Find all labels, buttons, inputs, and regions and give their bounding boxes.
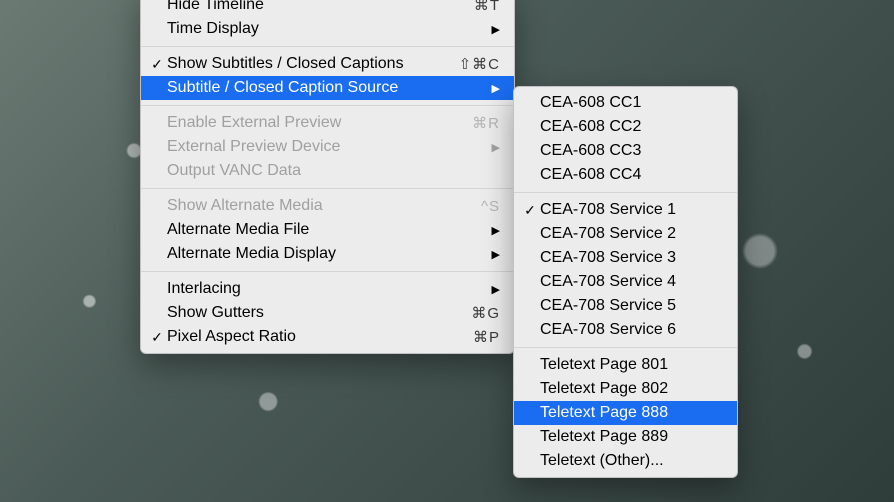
main-menu-item: External Preview Device ▶ [141, 135, 514, 159]
sub-menu-item[interactable]: CEA-608 CC2 [514, 115, 737, 139]
menu-item-shortcut: ⌘R [472, 114, 500, 132]
menu-item-shortcut: ⌘T [474, 0, 500, 14]
menu-item-label: CEA-608 CC4 [538, 166, 721, 184]
main-menu-item[interactable]: Interlacing ▶ [141, 277, 514, 301]
main-menu-item: Show Alternate Media ^S [141, 194, 514, 218]
main-menu-separator [141, 105, 514, 106]
menu-item-label: Teletext Page 802 [538, 380, 721, 398]
menu-item-shortcut: ⇧⌘C [459, 55, 500, 73]
submenu-arrow-icon: ▶ [492, 283, 500, 296]
sub-menu-item[interactable]: CEA-608 CC1 [514, 91, 737, 115]
menu-item-label: CEA-708 Service 6 [538, 321, 721, 339]
main-menu-item: Enable External Preview ⌘R [141, 111, 514, 135]
checkmark-icon: ✓ [149, 329, 165, 346]
main-menu-separator [141, 188, 514, 189]
menu-item-shortcut: ^S [481, 198, 500, 215]
main-menu-item[interactable]: Hide Timeline ⌘T [141, 0, 514, 17]
menu-item-label: Show Subtitles / Closed Captions [165, 55, 447, 73]
menu-item-label: CEA-608 CC1 [538, 94, 721, 112]
menu-item-label: Teletext (Other)... [538, 452, 721, 470]
sub-menu-item[interactable]: CEA-708 Service 5 [514, 294, 737, 318]
menu-item-label: Hide Timeline [165, 0, 462, 14]
sub-menu-item[interactable]: CEA-608 CC4 [514, 163, 737, 187]
menu-item-label: Alternate Media Display [165, 245, 480, 263]
main-menu-item[interactable]: Time Display ▶ [141, 17, 514, 41]
main-menu-item[interactable]: Show Gutters ⌘G [141, 301, 514, 325]
main-menu-item[interactable]: Alternate Media File ▶ [141, 218, 514, 242]
sub-menu-item[interactable]: CEA-608 CC3 [514, 139, 737, 163]
main-menu-item: Output VANC Data [141, 159, 514, 183]
menu-item-label: Show Alternate Media [165, 197, 469, 215]
menu-item-label: Show Gutters [165, 304, 459, 322]
main-menu-item[interactable]: Alternate Media Display ▶ [141, 242, 514, 266]
sub-menu-item[interactable]: CEA-708 Service 6 [514, 318, 737, 342]
sub-menu-item[interactable]: CEA-708 Service 2 [514, 222, 737, 246]
menu-item-label: Teletext Page 801 [538, 356, 721, 374]
checkmark-icon: ✓ [522, 202, 538, 219]
sub-menu-item[interactable]: CEA-708 Service 4 [514, 270, 737, 294]
submenu-arrow-icon: ▶ [492, 82, 500, 95]
menu-item-label: Teletext Page 889 [538, 428, 721, 446]
context-menu-main: Hide Timeline⌘TTime Display▶✓Show Subtit… [140, 0, 515, 354]
menu-item-label: Output VANC Data [165, 162, 500, 180]
menu-item-label: External Preview Device [165, 138, 480, 156]
menu-item-label: CEA-708 Service 3 [538, 249, 721, 267]
main-menu-item[interactable]: ✓Show Subtitles / Closed Captions ⇧⌘C [141, 52, 514, 76]
submenu-arrow-icon: ▶ [492, 224, 500, 237]
menu-item-label: Enable External Preview [165, 114, 460, 132]
menu-item-shortcut: ⌘G [471, 304, 500, 322]
sub-menu-item[interactable]: Teletext Page 888 [514, 401, 737, 425]
sub-menu-separator [514, 347, 737, 348]
submenu-arrow-icon: ▶ [492, 23, 500, 36]
menu-item-label: Pixel Aspect Ratio [165, 328, 461, 346]
submenu-arrow-icon: ▶ [492, 248, 500, 261]
checkmark-icon: ✓ [149, 56, 165, 73]
menu-item-label: CEA-608 CC3 [538, 142, 721, 160]
main-menu-separator [141, 271, 514, 272]
sub-menu-item[interactable]: CEA-708 Service 3 [514, 246, 737, 270]
sub-menu-item[interactable]: ✓CEA-708 Service 1 [514, 198, 737, 222]
menu-item-label: CEA-608 CC2 [538, 118, 721, 136]
main-menu-item[interactable]: Subtitle / Closed Caption Source ▶ [141, 76, 514, 100]
menu-item-label: Alternate Media File [165, 221, 480, 239]
menu-item-shortcut: ⌘P [473, 328, 500, 346]
submenu-arrow-icon: ▶ [492, 141, 500, 154]
sub-menu-item[interactable]: Teletext (Other)... [514, 449, 737, 473]
menu-item-label: Interlacing [165, 280, 480, 298]
menu-item-label: CEA-708 Service 1 [538, 201, 721, 219]
sub-menu-item[interactable]: Teletext Page 802 [514, 377, 737, 401]
menu-item-label: Teletext Page 888 [538, 404, 721, 422]
menu-item-label: CEA-708 Service 4 [538, 273, 721, 291]
main-menu-item[interactable]: ✓Pixel Aspect Ratio ⌘P [141, 325, 514, 349]
sub-menu-item[interactable]: Teletext Page 801 [514, 353, 737, 377]
main-menu-separator [141, 46, 514, 47]
menu-item-label: Subtitle / Closed Caption Source [165, 79, 480, 97]
menu-item-label: Time Display [165, 20, 480, 38]
context-menu-subtitle-source: CEA-608 CC1 CEA-608 CC2 CEA-608 CC3 CEA-608… [513, 86, 738, 478]
sub-menu-item[interactable]: Teletext Page 889 [514, 425, 737, 449]
menu-item-label: CEA-708 Service 2 [538, 225, 721, 243]
sub-menu-separator [514, 192, 737, 193]
menu-item-label: CEA-708 Service 5 [538, 297, 721, 315]
